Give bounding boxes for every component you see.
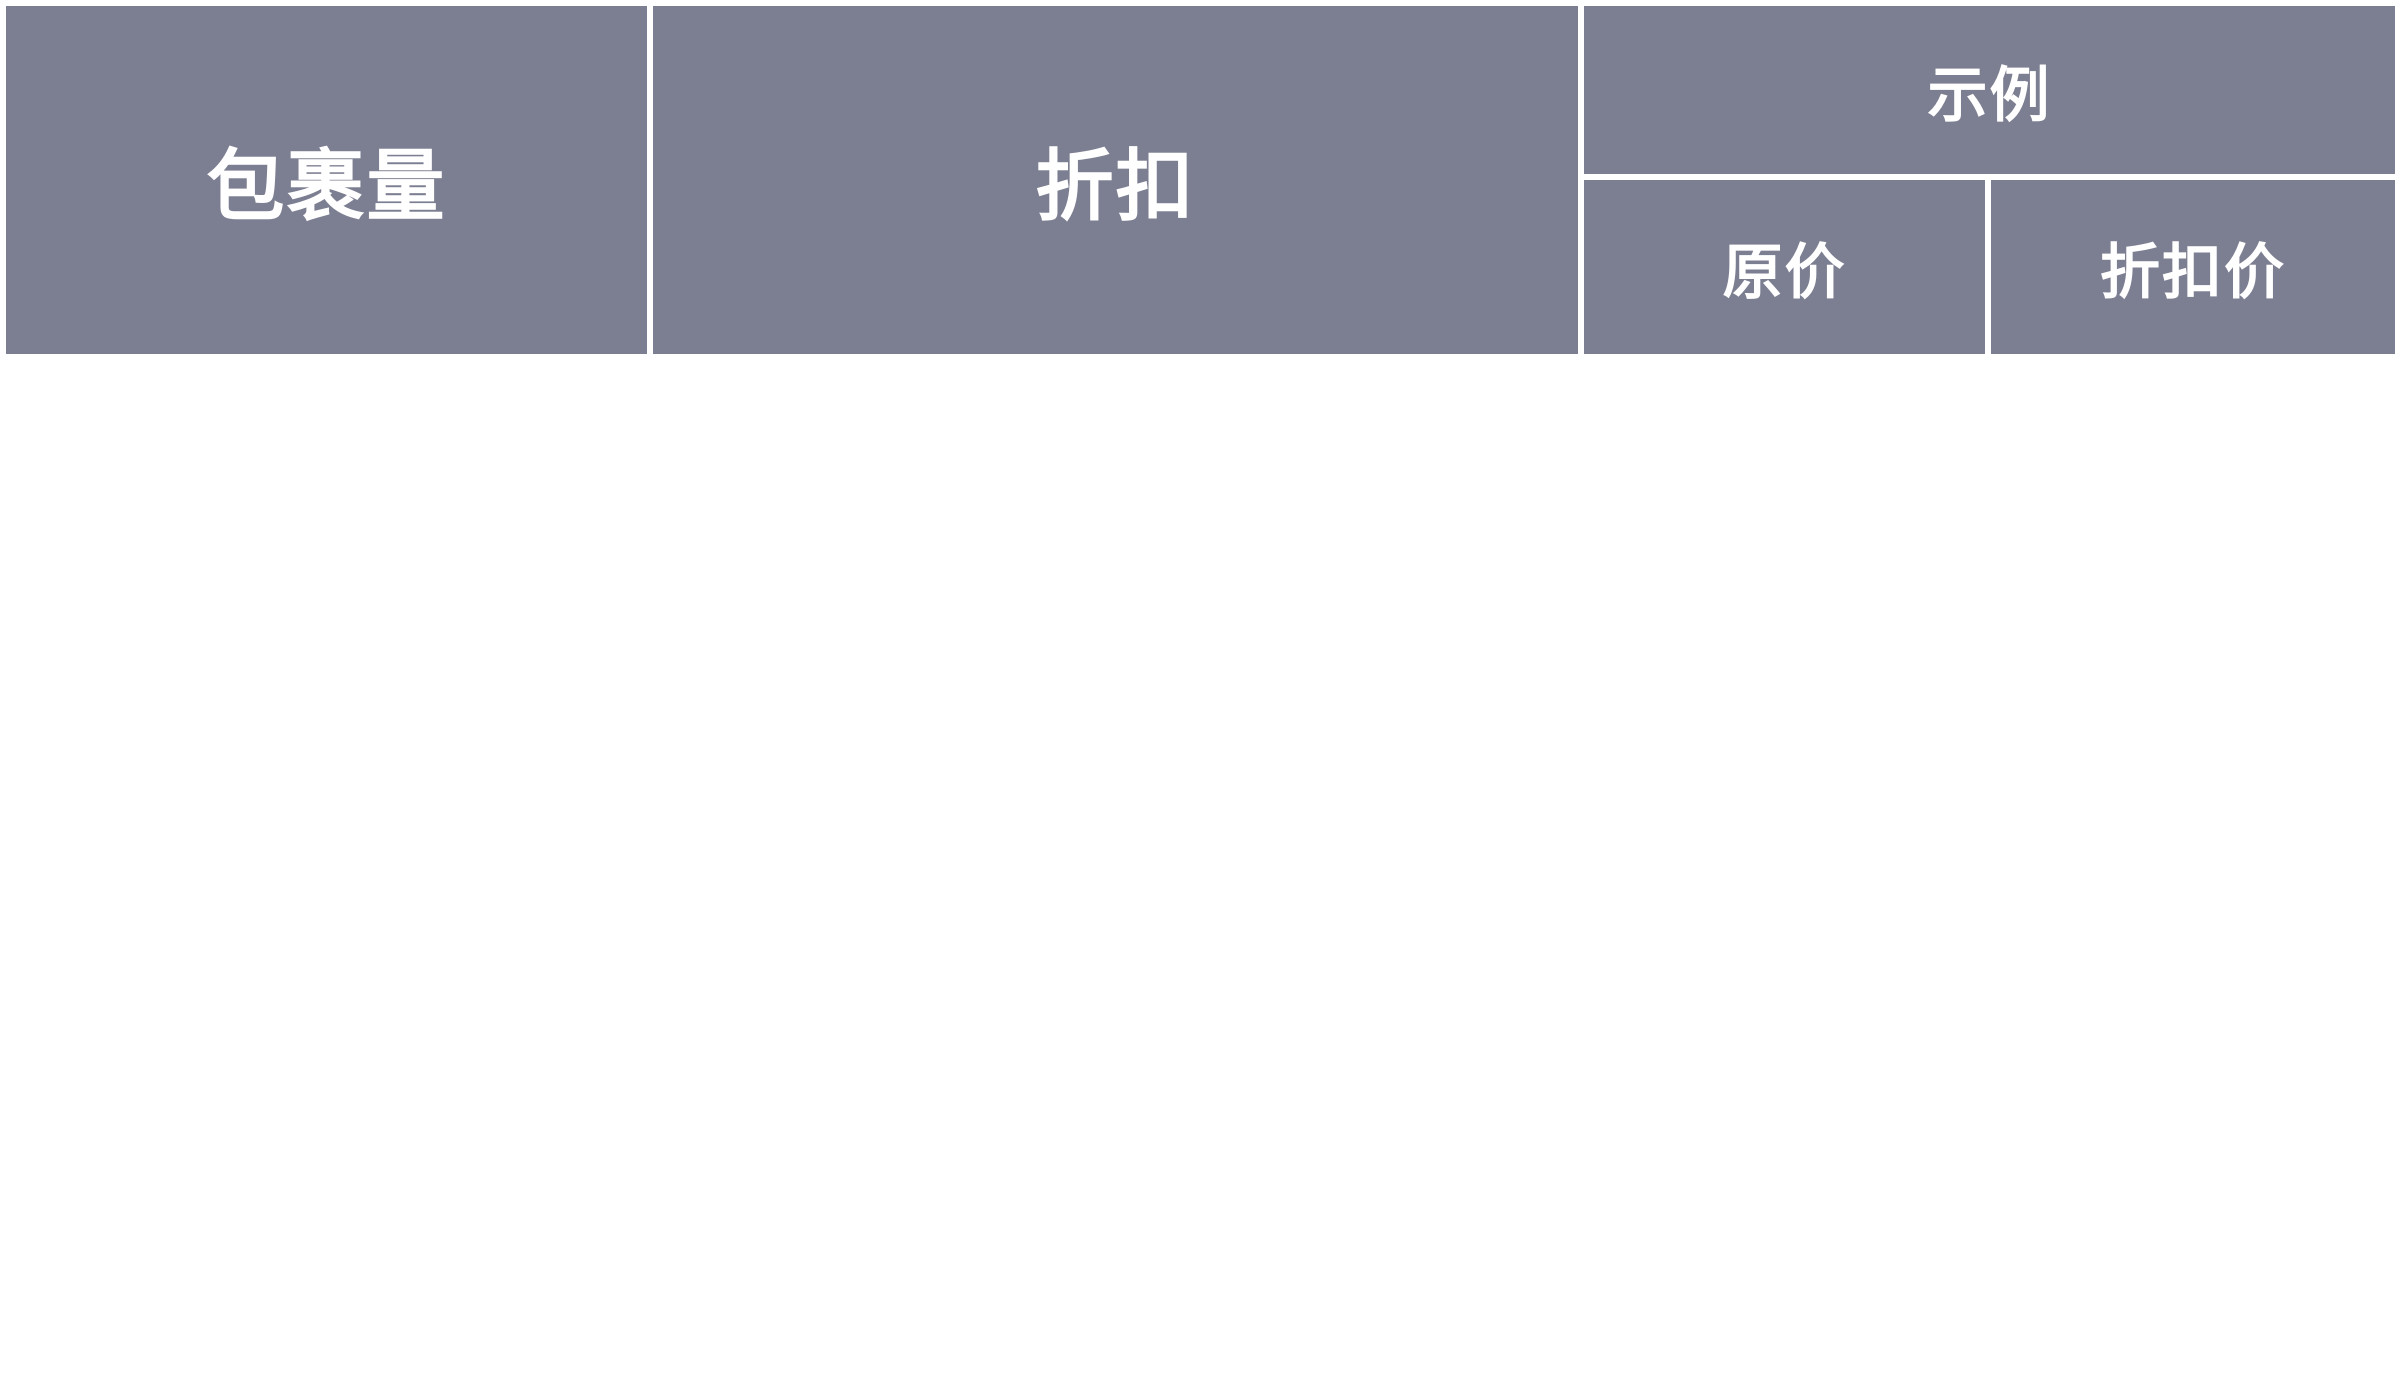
header-example: 示例 (1584, 6, 2395, 174)
header-original-price: 原价 (1584, 180, 1985, 354)
header-original-price-label: 原价 (1722, 237, 1847, 308)
header-package-volume: 包裹量 (6, 6, 647, 354)
header-discounted-price-label: 折扣价 (2100, 237, 2286, 308)
header-package-volume-label: 包裹量 (206, 142, 447, 232)
header-discount: 折扣 (653, 6, 1578, 354)
header-discount-label: 折扣 (1035, 142, 1196, 232)
header-discounted-price: 折扣价 (1991, 180, 2395, 354)
header-example-label: 示例 (1927, 60, 2052, 131)
